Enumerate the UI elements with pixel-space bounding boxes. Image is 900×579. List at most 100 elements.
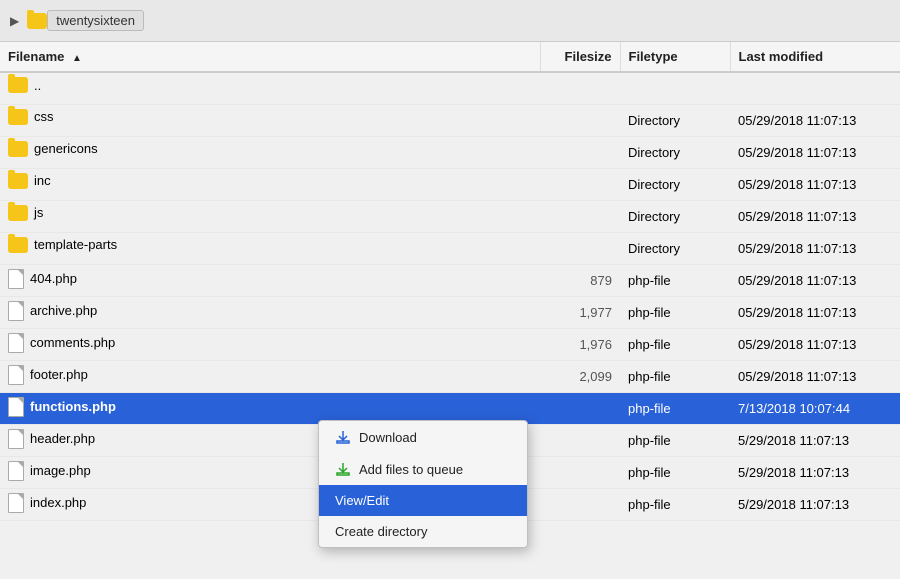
cell-filesize bbox=[540, 424, 620, 456]
filename-label: template-parts bbox=[34, 237, 117, 252]
sort-arrow: ▲ bbox=[72, 53, 82, 64]
cell-lastmodified: 05/29/2018 11:07:13 bbox=[730, 360, 900, 392]
add-icon bbox=[335, 461, 351, 477]
menu-label-download: Download bbox=[359, 430, 417, 445]
expand-arrow[interactable]: ▶ bbox=[10, 14, 19, 28]
cell-lastmodified: 05/29/2018 11:07:13 bbox=[730, 136, 900, 168]
table-row[interactable]: footer.php 2,099php-file05/29/2018 11:07:… bbox=[0, 360, 900, 392]
col-filetype[interactable]: Filetype bbox=[620, 42, 730, 72]
filename-label: comments.php bbox=[30, 335, 115, 350]
top-bar: ▶ twentysixteen bbox=[0, 0, 900, 42]
cell-filetype: Directory bbox=[620, 168, 730, 200]
col-filesize[interactable]: Filesize bbox=[540, 42, 620, 72]
filename-label: js bbox=[34, 205, 43, 220]
file-icon bbox=[8, 493, 24, 513]
file-browser: Filename ▲ Filesize Filetype Last modifi… bbox=[0, 42, 900, 579]
table-row[interactable]: archive.php 1,977php-file05/29/2018 11:07… bbox=[0, 296, 900, 328]
filename-label: archive.php bbox=[30, 303, 97, 318]
folder-icon bbox=[8, 141, 28, 157]
col-lastmodified[interactable]: Last modified bbox=[730, 42, 900, 72]
folder-icon bbox=[8, 237, 28, 253]
menu-item-add-to-queue[interactable]: Add files to queue bbox=[319, 453, 527, 485]
cell-filetype: php-file bbox=[620, 488, 730, 520]
cell-filesize bbox=[540, 488, 620, 520]
cell-lastmodified: 05/29/2018 11:07:13 bbox=[730, 296, 900, 328]
table-row[interactable]: inc Directory05/29/2018 11:07:13 bbox=[0, 168, 900, 200]
table-row[interactable]: template-partsDirectory05/29/2018 11:07:… bbox=[0, 232, 900, 264]
filename-label: header.php bbox=[30, 431, 95, 446]
folder-icon bbox=[8, 205, 28, 221]
table-row[interactable]: comments.php1,976php-file05/29/2018 11:0… bbox=[0, 328, 900, 360]
cell-filename: css bbox=[0, 105, 540, 129]
cell-lastmodified: 05/29/2018 11:07:13 bbox=[730, 264, 900, 296]
file-icon bbox=[8, 333, 24, 353]
cell-filename: js bbox=[0, 201, 540, 225]
filename-label: .. bbox=[34, 78, 41, 93]
cell-filesize bbox=[540, 456, 620, 488]
cell-lastmodified: 7/13/2018 10:07:44 bbox=[730, 392, 900, 424]
col-filename[interactable]: Filename ▲ bbox=[0, 42, 540, 72]
cell-filesize: 879 bbox=[540, 264, 620, 296]
cell-lastmodified: 05/29/2018 11:07:13 bbox=[730, 200, 900, 232]
menu-label-create-dir: Create directory bbox=[335, 524, 427, 539]
cell-filetype: php-file bbox=[620, 360, 730, 392]
folder-icon bbox=[8, 173, 28, 189]
cell-filename: footer.php bbox=[0, 361, 540, 389]
menu-item-download[interactable]: Download bbox=[319, 421, 527, 453]
cell-filetype: php-file bbox=[620, 296, 730, 328]
cell-lastmodified: 05/29/2018 11:07:13 bbox=[730, 104, 900, 136]
menu-item-create-dir[interactable]: Create directory bbox=[319, 516, 527, 547]
table-row[interactable]: cssDirectory05/29/2018 11:07:13 bbox=[0, 104, 900, 136]
context-menu: Download Add files to queue View/Edit Creat… bbox=[318, 420, 528, 548]
table-header: Filename ▲ Filesize Filetype Last modifi… bbox=[0, 42, 900, 72]
cell-filesize bbox=[540, 168, 620, 200]
filename-label: genericons bbox=[34, 141, 98, 156]
cell-filename: template-parts bbox=[0, 233, 540, 257]
folder-icon bbox=[8, 77, 28, 93]
cell-lastmodified: 5/29/2018 11:07:13 bbox=[730, 456, 900, 488]
cell-filesize: 1,977 bbox=[540, 296, 620, 328]
file-icon bbox=[8, 397, 24, 417]
cell-filename: functions.php bbox=[0, 393, 540, 421]
table-row[interactable]: genericons Directory05/29/2018 11:07:13 bbox=[0, 136, 900, 168]
file-icon bbox=[8, 365, 24, 385]
cell-lastmodified: 5/29/2018 11:07:13 bbox=[730, 424, 900, 456]
cell-filetype bbox=[620, 72, 730, 104]
table-row[interactable]: .. bbox=[0, 72, 900, 104]
menu-label-add-to-queue: Add files to queue bbox=[359, 462, 463, 477]
cell-filetype: php-file bbox=[620, 392, 730, 424]
folder-icon bbox=[27, 13, 47, 29]
file-icon bbox=[8, 429, 24, 449]
cell-filename: archive.php bbox=[0, 297, 540, 325]
cell-filename: inc bbox=[0, 169, 540, 193]
menu-label-view-edit: View/Edit bbox=[335, 493, 389, 508]
cell-filesize: 2,099 bbox=[540, 360, 620, 392]
cell-filesize bbox=[540, 232, 620, 264]
cell-filename: 404.php bbox=[0, 265, 540, 293]
cell-filesize bbox=[540, 136, 620, 168]
filename-label: footer.php bbox=[30, 367, 88, 382]
folder-label[interactable]: twentysixteen bbox=[47, 10, 144, 31]
table-row[interactable]: 404.php879php-file05/29/2018 11:07:13 bbox=[0, 264, 900, 296]
cell-lastmodified: 5/29/2018 11:07:13 bbox=[730, 488, 900, 520]
filename-label: image.php bbox=[30, 463, 91, 478]
cell-filetype: Directory bbox=[620, 136, 730, 168]
filename-label: css bbox=[34, 109, 54, 124]
cell-lastmodified: 05/29/2018 11:07:13 bbox=[730, 328, 900, 360]
cell-filetype: Directory bbox=[620, 232, 730, 264]
menu-item-view-edit[interactable]: View/Edit bbox=[319, 485, 527, 516]
cell-filetype: Directory bbox=[620, 200, 730, 232]
cell-lastmodified bbox=[730, 72, 900, 104]
cell-lastmodified: 05/29/2018 11:07:13 bbox=[730, 168, 900, 200]
download-icon bbox=[335, 429, 351, 445]
cell-filetype: php-file bbox=[620, 456, 730, 488]
filename-label: inc bbox=[34, 173, 51, 188]
cell-filesize bbox=[540, 104, 620, 136]
table-row[interactable]: js Directory05/29/2018 11:07:13 bbox=[0, 200, 900, 232]
cell-filesize bbox=[540, 72, 620, 104]
folder-icon bbox=[8, 109, 28, 125]
cell-filename: genericons bbox=[0, 137, 540, 161]
cell-filesize bbox=[540, 200, 620, 232]
file-icon bbox=[8, 269, 24, 289]
filename-label: index.php bbox=[30, 495, 86, 510]
